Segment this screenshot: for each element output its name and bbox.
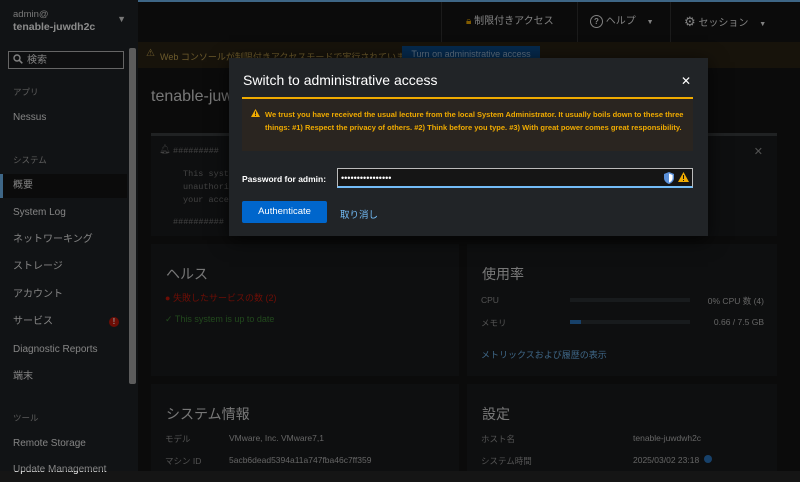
dialog-title: Switch to administrative access [243, 72, 438, 88]
password-manager-shield-icon[interactable] [664, 172, 674, 184]
password-label: Password for admin: [242, 174, 327, 184]
cancel-button[interactable]: 取り消し [340, 207, 378, 221]
warning-icon [678, 172, 689, 182]
sudo-lecture-text: We trust you have received the usual lec… [265, 110, 684, 132]
admin-access-dialog: Switch to administrative access ✕ We tru… [229, 58, 708, 236]
authenticate-button[interactable]: Authenticate [242, 201, 327, 223]
warning-icon [251, 109, 260, 117]
password-field[interactable] [337, 168, 693, 188]
close-icon[interactable]: ✕ [681, 74, 691, 88]
sudo-lecture-alert: We trust you have received the usual lec… [242, 97, 693, 151]
password-input[interactable] [341, 171, 641, 185]
